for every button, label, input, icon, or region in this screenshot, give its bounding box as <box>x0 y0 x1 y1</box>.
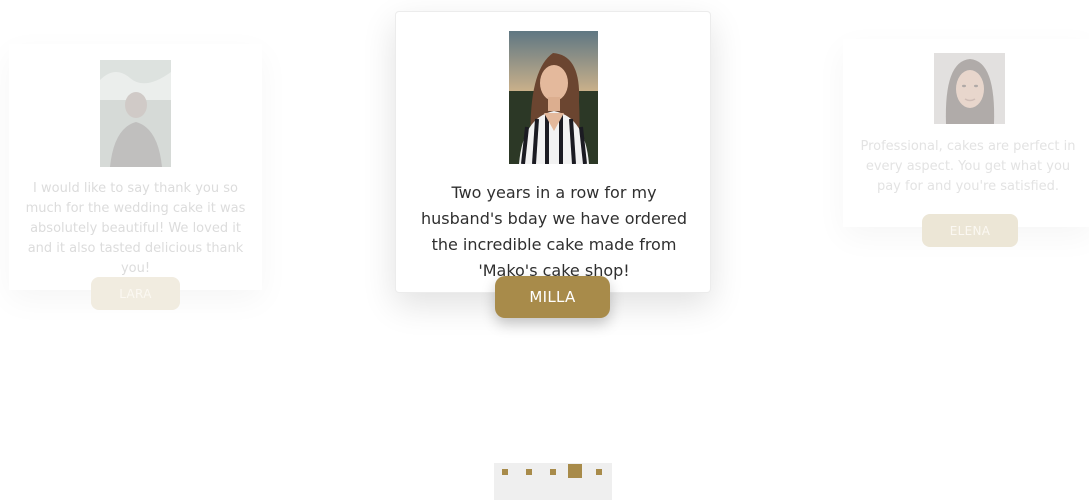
testimonial-card-elena: Professional, cakes are perfect in every… <box>843 39 1089 227</box>
milla-name-button[interactable]: MILLA <box>495 276 610 318</box>
testimonial-card-milla: Two years in a row for my husband's bday… <box>395 11 711 293</box>
pagination-dot-5[interactable] <box>596 469 602 475</box>
elena-quote: Professional, cakes are perfect in every… <box>860 139 1076 194</box>
milla-photo <box>509 31 598 164</box>
testimonials-carousel: I would like to say thank you so much fo… <box>0 0 1089 500</box>
lara-photo <box>100 60 171 167</box>
pagination-dot-1[interactable] <box>502 469 508 475</box>
lara-quote: I would like to say thank you so much fo… <box>25 181 246 276</box>
pagination-dot-2[interactable] <box>526 469 532 475</box>
pagination-dot-active[interactable] <box>568 464 582 478</box>
milla-quote: Two years in a row for my husband's bday… <box>420 183 688 280</box>
lara-name-button[interactable]: LARA <box>91 277 180 310</box>
elena-name-button[interactable]: ELENA <box>922 214 1018 247</box>
pagination-dot-3[interactable] <box>550 469 556 475</box>
testimonial-card-lara: I would like to say thank you so much fo… <box>9 44 262 290</box>
elena-photo <box>934 53 1005 124</box>
